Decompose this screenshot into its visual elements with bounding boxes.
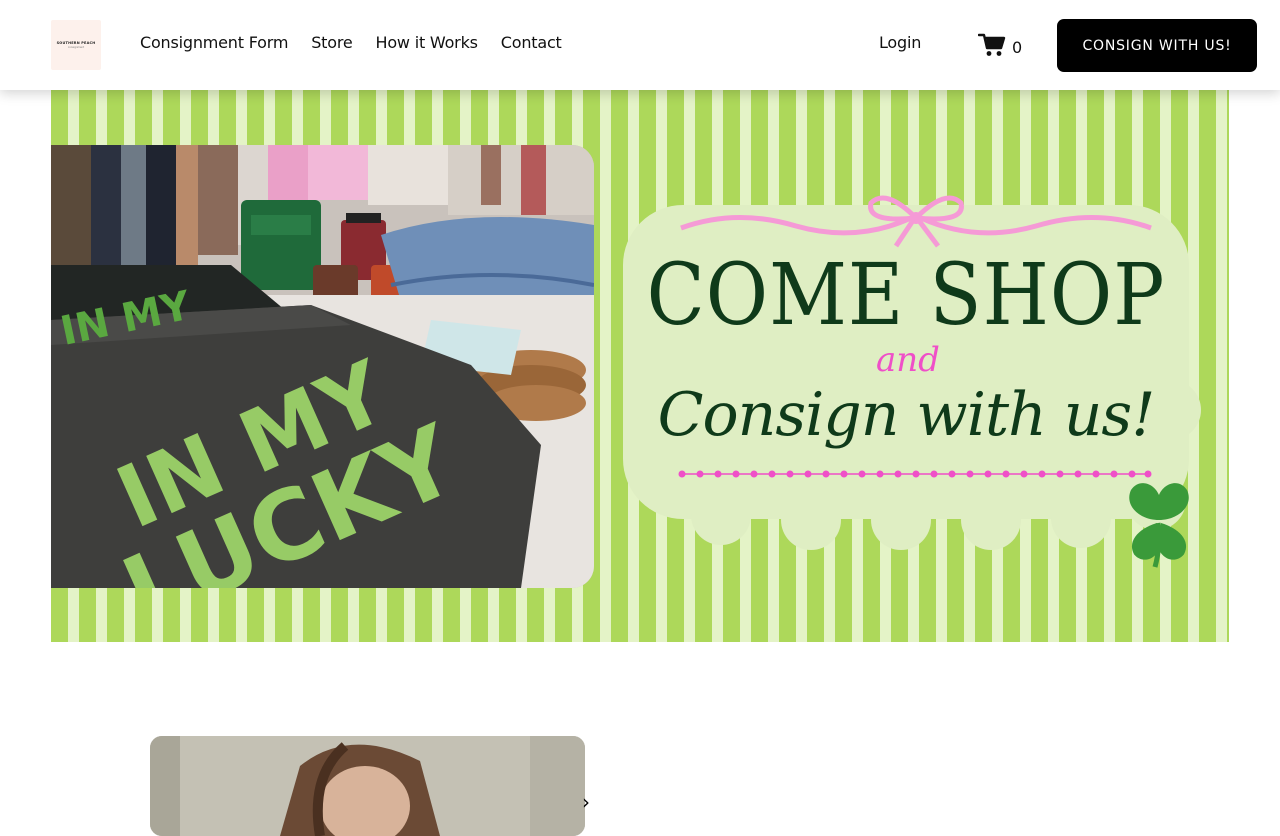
dotted-divider (678, 470, 1152, 478)
logo-subtext: consignment (67, 46, 85, 49)
login-link[interactable]: Login (879, 33, 921, 52)
scallop (781, 490, 841, 550)
shamrock-icon (1129, 483, 1189, 568)
site-logo[interactable]: SOUTHERN PEACH consignment (51, 20, 101, 70)
hero-photo: IN MY LUCKY IN MY (51, 145, 594, 588)
banner-and: and (876, 340, 940, 380)
scallop (961, 490, 1021, 550)
carousel-next-icon[interactable]: › (582, 790, 590, 814)
main-nav: Consignment Form Store How it Works Cont… (140, 33, 562, 52)
logo-text: SOUTHERN PEACH (56, 41, 96, 45)
hero-banner: IN MY LUCKY IN MY COME SHOP and Consign … (51, 90, 1229, 642)
nav-store[interactable]: Store (311, 33, 352, 52)
consign-with-us-button[interactable]: CONSIGN WITH US! (1057, 19, 1257, 72)
cart-icon (977, 32, 1006, 62)
nav-consignment-form[interactable]: Consignment Form (140, 33, 288, 52)
scallop (871, 490, 931, 550)
nav-how-it-works[interactable]: How it Works (376, 33, 478, 52)
cart-button[interactable]: 0 (977, 32, 1023, 62)
nav-contact[interactable]: Contact (501, 33, 562, 52)
featured-product-image[interactable] (150, 736, 585, 836)
ribbon-bow-icon (680, 195, 1152, 248)
site-header: SOUTHERN PEACH consignment Consignment F… (0, 0, 1280, 90)
banner-headline: COME SHOP (646, 244, 1166, 345)
banner-subheadline: Consign with us! (657, 380, 1156, 450)
cart-count: 0 (1012, 37, 1023, 57)
scallop (1051, 488, 1111, 548)
scallop (691, 485, 751, 545)
